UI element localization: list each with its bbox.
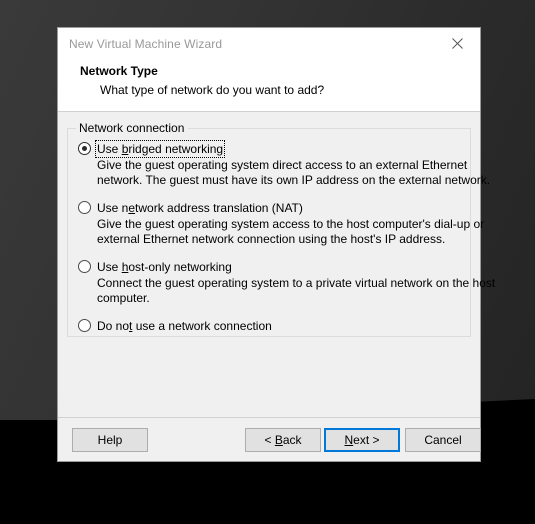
radio-label-host-only[interactable]: Use host-only networking <box>96 259 233 275</box>
description-line-2: computer. <box>97 291 150 305</box>
next-button[interactable]: Next > <box>324 427 400 452</box>
page-title: Network Type <box>80 64 158 78</box>
description-line-2: network. The guest must have its own IP … <box>97 173 491 187</box>
radio-label-bridged[interactable]: Use bridged networking <box>94 140 226 158</box>
cancel-button[interactable]: Cancel <box>405 427 481 452</box>
description-line-1: Give the guest operating system direct a… <box>97 158 468 172</box>
radio-label-nat[interactable]: Use network address translation (NAT) <box>96 200 304 216</box>
option-description-nat: Give the guest operating system access t… <box>97 217 485 247</box>
window-title: New Virtual Machine Wizard <box>69 36 223 51</box>
network-connection-groupbox: Network connection Use bridged networkin… <box>67 121 496 337</box>
radio-label-no-network[interactable]: Do not use a network connection <box>96 318 273 334</box>
close-icon <box>452 37 463 49</box>
radio-no-network[interactable] <box>78 319 91 332</box>
radio-nat[interactable] <box>78 201 91 214</box>
description-line-1: Give the guest operating system access t… <box>97 217 485 231</box>
option-use-host-only-networking[interactable]: Use host-only networking Connect the gue… <box>76 259 496 306</box>
description-line-2: external Ethernet network connection usi… <box>97 232 446 246</box>
help-button[interactable]: Help <box>72 427 148 452</box>
new-virtual-machine-wizard-dialog: New Virtual Machine Wizard Network Type … <box>57 27 496 462</box>
title-bar[interactable]: New Virtual Machine Wizard <box>58 28 480 59</box>
close-button[interactable] <box>435 28 480 58</box>
dialog-footer: Help < Back Next > Cancel <box>58 417 481 461</box>
description-line-1: Connect the guest operating system to a … <box>97 276 496 290</box>
radio-bridged[interactable] <box>78 142 91 155</box>
back-button[interactable]: < Back <box>245 427 321 452</box>
option-description-bridged: Give the guest operating system direct a… <box>97 158 491 188</box>
option-no-network-connection[interactable]: Do not use a network connection <box>76 318 462 334</box>
wizard-header: Network Type What type of network do you… <box>58 59 480 112</box>
groupbox-legend: Network connection <box>76 121 189 135</box>
radio-host-only[interactable] <box>78 260 91 273</box>
option-description-host-only: Connect the guest operating system to a … <box>97 276 496 306</box>
option-use-nat[interactable]: Use network address translation (NAT) Gi… <box>76 200 485 247</box>
page-subtitle: What type of network do you want to add? <box>100 83 325 97</box>
dialog-body: Network connection Use bridged networkin… <box>58 112 496 417</box>
option-use-bridged-networking[interactable]: Use bridged networking Give the guest op… <box>76 140 491 188</box>
